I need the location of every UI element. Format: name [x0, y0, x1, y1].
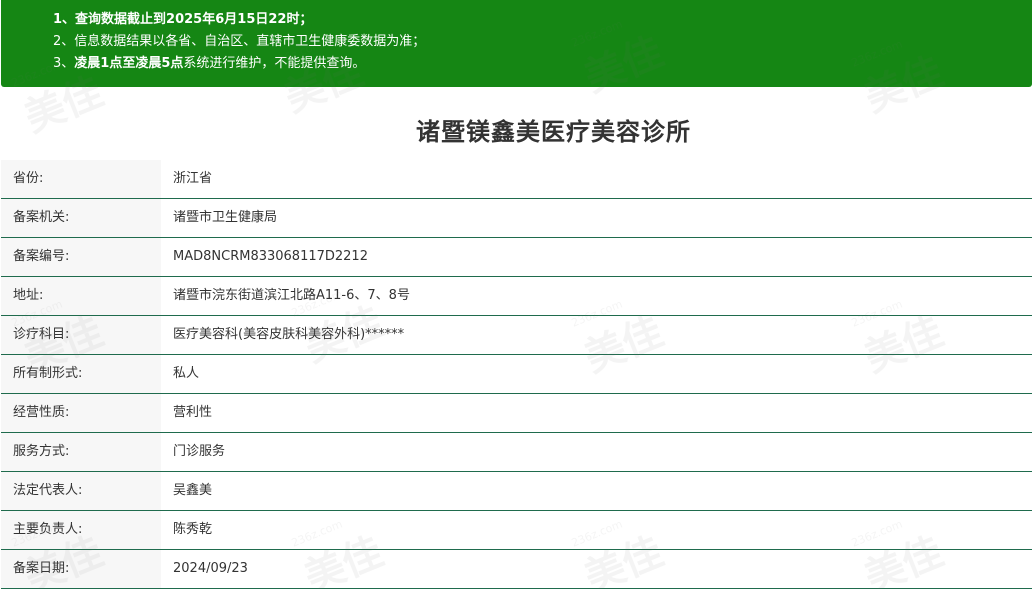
notice-line-3-suffix: 系统进行维护，不能提供查询。	[183, 56, 366, 71]
info-row-record-date: 备案日期: 2024/09/23	[1, 550, 1032, 589]
info-value: 私人	[161, 355, 1032, 393]
info-label: 备案机关:	[1, 199, 161, 237]
info-value: 营利性	[161, 394, 1032, 432]
info-label: 经营性质:	[1, 394, 161, 432]
info-label: 备案编号:	[1, 238, 161, 276]
info-value: 陈秀乾	[161, 511, 1032, 549]
info-value: 浙江省	[161, 160, 1032, 198]
info-label: 备案日期:	[1, 550, 161, 588]
notice-banner: 1、查询数据截止到2025年6月15日22时； 2、信息数据结果以各省、自治区、…	[1, 0, 1032, 87]
info-value: 医疗美容科(美容皮肤科美容外科)******	[161, 316, 1032, 354]
info-label: 法定代表人:	[1, 472, 161, 510]
info-row-authority: 备案机关: 诸暨市卫生健康局	[1, 199, 1032, 238]
info-label: 诊疗科目:	[1, 316, 161, 354]
info-value: 诸暨市浣东街道滨江北路A11-6、7、8号	[161, 277, 1032, 315]
info-value: 诸暨市卫生健康局	[161, 199, 1032, 237]
info-value: 2024/09/23	[161, 550, 1032, 588]
info-table: 省份: 浙江省 备案机关: 诸暨市卫生健康局 备案编号: MAD8NCRM833…	[1, 160, 1032, 589]
info-label: 省份:	[1, 160, 161, 198]
info-value: 门诊服务	[161, 433, 1032, 471]
info-label: 地址:	[1, 277, 161, 315]
info-label: 所有制形式:	[1, 355, 161, 393]
info-row-principal: 主要负责人: 陈秀乾	[1, 511, 1032, 550]
info-row-record-number: 备案编号: MAD8NCRM833068117D2212	[1, 238, 1032, 277]
notice-line-3: 3、凌晨1点至凌晨5点系统进行维护，不能提供查询。	[53, 53, 1032, 75]
notice-line-2: 2、信息数据结果以各省、自治区、直辖市卫生健康委数据为准；	[53, 34, 426, 49]
notice-line-3-prefix: 3、	[53, 56, 75, 71]
info-row-departments: 诊疗科目: 医疗美容科(美容皮肤科美容外科)******	[1, 316, 1032, 355]
notice-line-1: 1、查询数据截止到2025年6月15日22时；	[53, 12, 313, 27]
info-row-legal-rep: 法定代表人: 吴鑫美	[1, 472, 1032, 511]
info-row-ownership: 所有制形式: 私人	[1, 355, 1032, 394]
info-row-business-nature: 经营性质: 营利性	[1, 394, 1032, 433]
page: 1、查询数据截止到2025年6月15日22时； 2、信息数据结果以各省、自治区、…	[0, 0, 1033, 589]
info-row-service-mode: 服务方式: 门诊服务	[1, 433, 1032, 472]
info-label: 主要负责人:	[1, 511, 161, 549]
info-label: 服务方式:	[1, 433, 161, 471]
page-title: 诸暨镁鑫美医疗美容诊所	[416, 118, 691, 146]
info-value: MAD8NCRM833068117D2212	[161, 238, 1032, 276]
info-row-address: 地址: 诸暨市浣东街道滨江北路A11-6、7、8号	[1, 277, 1032, 316]
info-row-province: 省份: 浙江省	[1, 160, 1032, 199]
info-value: 吴鑫美	[161, 472, 1032, 510]
notice-line-3-bold: 凌晨1点至凌晨5点	[74, 56, 184, 71]
